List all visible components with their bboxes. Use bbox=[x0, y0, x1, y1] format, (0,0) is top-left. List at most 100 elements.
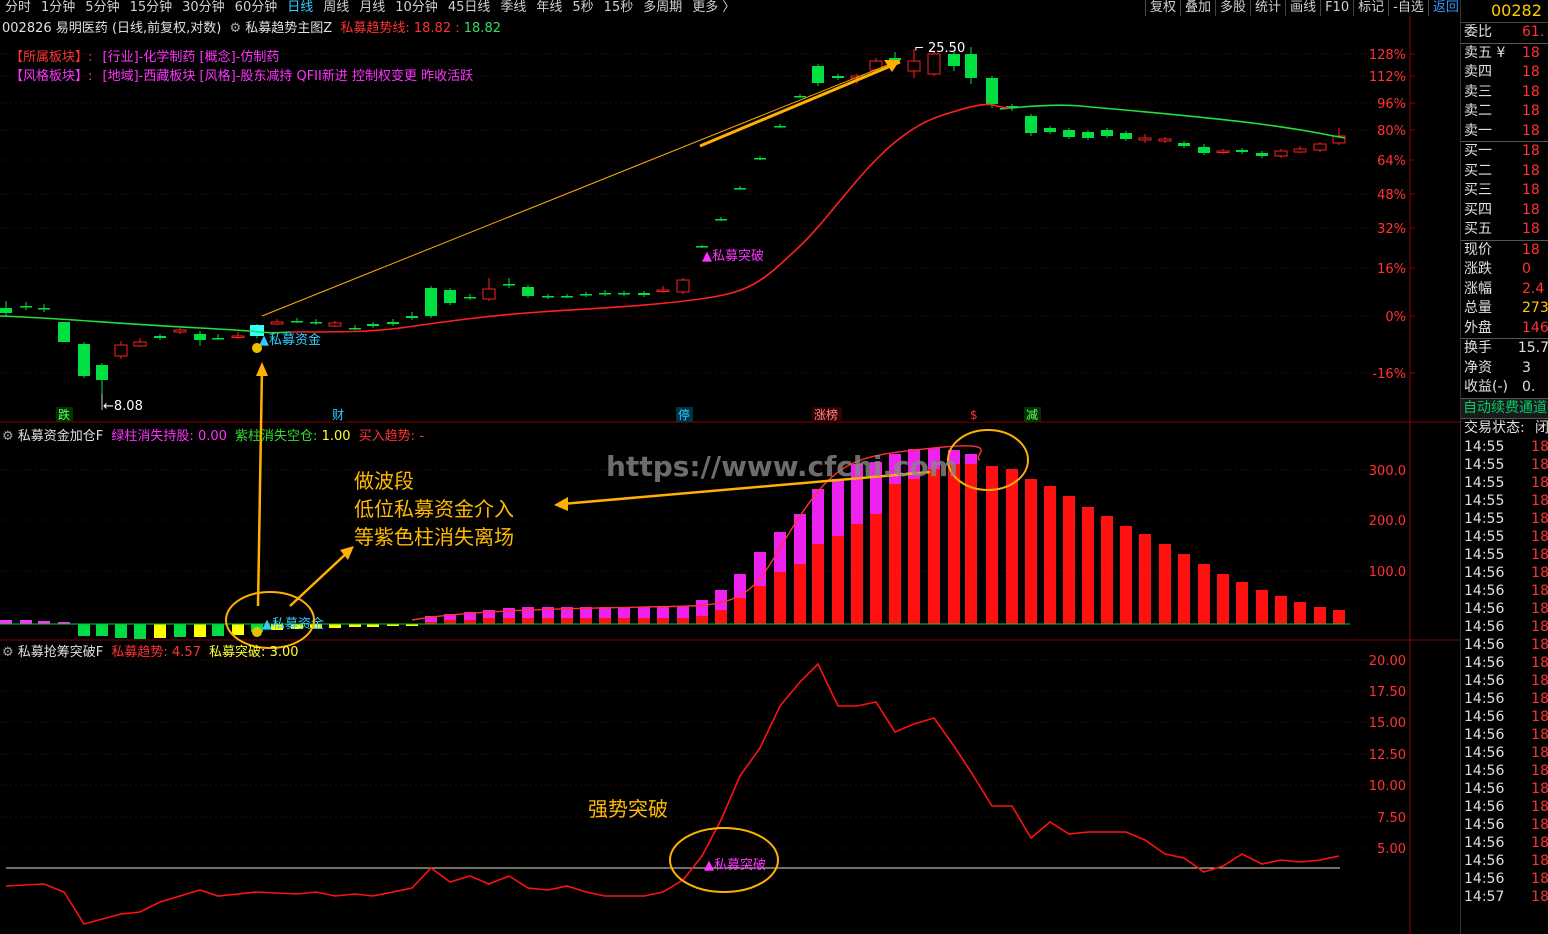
tick-price: 18 bbox=[1531, 529, 1548, 545]
panel2-item1-label: 绿柱消失持股: bbox=[111, 429, 194, 444]
quote-side-panel: 00282 委比 61. 卖五 ¥ 18 卖四 18 卖三 18 卖二 18 卖一 18 买一 18 买二 1… bbox=[1460, 0, 1548, 934]
fund-bar-red bbox=[715, 610, 727, 624]
toolbar-button-8[interactable]: 返回 bbox=[1427, 0, 1463, 16]
panel3-gear-icon[interactable]: ⚙ bbox=[2, 645, 14, 660]
period-tab-16[interactable]: 更多 〉 bbox=[687, 0, 740, 16]
period-tab-13[interactable]: 5秒 bbox=[567, 0, 598, 16]
toolbar-button-5[interactable]: F10 bbox=[1320, 0, 1353, 16]
y-tick-label: 17.50 bbox=[1369, 685, 1406, 700]
tick-row: 14:56 18 bbox=[1461, 564, 1548, 582]
fund-bar-red bbox=[1275, 596, 1287, 624]
candle bbox=[425, 288, 437, 316]
arrow-head bbox=[884, 60, 900, 72]
toolbar-button-0[interactable]: 复权 bbox=[1145, 0, 1180, 16]
period-tab-10[interactable]: 45日线 bbox=[443, 0, 496, 16]
tick-time: 14:56 bbox=[1464, 565, 1505, 581]
quote-row-label: 卖三 bbox=[1464, 83, 1492, 100]
quote-row-value: 273 bbox=[1522, 300, 1548, 316]
panel2-item2-value: 1.00 bbox=[321, 429, 351, 444]
period-tab-11[interactable]: 季线 bbox=[495, 0, 531, 16]
tick-row: 14:56 18 bbox=[1461, 600, 1548, 618]
toolbar-button-3[interactable]: 统计 bbox=[1250, 0, 1285, 16]
toolbar-button-2[interactable]: 多股 bbox=[1215, 0, 1250, 16]
panel2-gear-icon[interactable]: ⚙ bbox=[2, 429, 14, 444]
quote-row-value: 18 bbox=[1522, 83, 1540, 100]
y-tick-label: 32% bbox=[1377, 222, 1406, 237]
fund-bar-purple bbox=[832, 479, 844, 536]
quote-row-7: 买二 18 bbox=[1461, 162, 1548, 182]
fund-bar bbox=[115, 624, 127, 638]
tick-list[interactable]: 14:55 18 14:55 18 14:55 18 14:55 18 14:55 18 14:55… bbox=[1461, 438, 1548, 906]
fund-bar bbox=[212, 624, 224, 636]
fund-bar-red bbox=[832, 536, 844, 624]
fund-bar-red bbox=[503, 618, 515, 624]
period-tab-12[interactable]: 年线 bbox=[531, 0, 567, 16]
candle bbox=[965, 54, 977, 78]
fund-bar-red bbox=[657, 618, 669, 624]
toolbar-button-6[interactable]: 标记 bbox=[1353, 0, 1388, 16]
period-tab-3[interactable]: 15分钟 bbox=[125, 0, 178, 16]
fund-bar-red bbox=[1159, 544, 1171, 624]
quote-row-2: 卖四 18 bbox=[1461, 63, 1548, 83]
period-tab-4[interactable]: 30分钟 bbox=[177, 0, 230, 16]
period-tab-5[interactable]: 60分钟 bbox=[230, 0, 283, 16]
chart-area[interactable]: 128% 112% 96% 80% 64% 48% 32% 16% 0% -16% 300.0 200… bbox=[0, 16, 1460, 934]
main-indicator-name[interactable]: 私募趋势主图Z bbox=[245, 21, 332, 36]
period-tab-0[interactable]: 分时 bbox=[0, 0, 36, 16]
period-tab-9[interactable]: 10分钟 bbox=[390, 0, 443, 16]
tick-time: 14:55 bbox=[1464, 529, 1505, 545]
candle bbox=[367, 324, 379, 326]
event-tag: 财 bbox=[332, 408, 344, 422]
style-label: 【风格板块】: bbox=[10, 69, 93, 84]
tick-price: 18 bbox=[1531, 583, 1548, 599]
fund-bar-red bbox=[542, 618, 554, 624]
auto-renew-link[interactable]: 自动续费通道 bbox=[1461, 397, 1548, 418]
period-tab-15[interactable]: 多周期 bbox=[638, 0, 687, 16]
sector-line: 【所属板块】: [行业]-化学制药 [概念]-仿制药 bbox=[10, 46, 279, 65]
tick-price: 18 bbox=[1531, 817, 1548, 833]
toolbar-button-1[interactable]: 叠加 bbox=[1180, 0, 1215, 16]
quote-row-value: 61. bbox=[1522, 24, 1545, 40]
y-tick-label: 64% bbox=[1377, 154, 1406, 169]
side-stock-code: 00282 bbox=[1461, 0, 1548, 23]
period-tab-1[interactable]: 1分钟 bbox=[36, 0, 80, 16]
candle bbox=[1178, 143, 1190, 146]
y-tick-label: 10.00 bbox=[1369, 779, 1406, 794]
candle bbox=[754, 158, 766, 160]
tick-price: 18 bbox=[1531, 475, 1548, 491]
panel3-title[interactable]: 私募抢筹突破F bbox=[18, 645, 103, 660]
fund-bar bbox=[174, 624, 186, 637]
candle bbox=[676, 279, 690, 293]
fund-bar-red bbox=[483, 618, 495, 624]
candle bbox=[291, 321, 303, 323]
fund-bar-red bbox=[851, 524, 863, 624]
fund-bar-purple bbox=[754, 552, 766, 586]
indicator-gear-icon[interactable]: ⚙ bbox=[230, 21, 242, 36]
tick-price: 18 bbox=[1531, 439, 1548, 455]
candle bbox=[133, 341, 147, 347]
fund-bar bbox=[134, 624, 146, 639]
tick-row: 14:56 18 bbox=[1461, 834, 1548, 852]
tick-row: 14:56 18 bbox=[1461, 780, 1548, 798]
tick-price: 18 bbox=[1531, 637, 1548, 653]
toolbar-button-4[interactable]: 画线 bbox=[1285, 0, 1320, 16]
period-tab-14[interactable]: 15秒 bbox=[599, 0, 639, 16]
low-price-label: ←8.08 bbox=[103, 399, 143, 414]
quote-row-value: 18 bbox=[1522, 64, 1540, 80]
fund-bar-red bbox=[1063, 496, 1075, 624]
quote-row-value: 18 bbox=[1522, 103, 1540, 119]
candle bbox=[1025, 116, 1037, 133]
period-tab-7[interactable]: 周线 bbox=[318, 0, 354, 16]
fund-bar-red bbox=[1082, 507, 1094, 624]
candle bbox=[387, 322, 399, 324]
candle bbox=[1216, 150, 1230, 153]
period-tab-6[interactable]: 日线 bbox=[282, 0, 318, 16]
fund-bar-red bbox=[812, 544, 824, 624]
panel2-title[interactable]: 私募资金加仓F bbox=[18, 429, 103, 444]
fund-bar-red bbox=[1139, 534, 1151, 624]
toolbar-button-7[interactable]: -自选 bbox=[1388, 0, 1428, 16]
period-tab-8[interactable]: 月线 bbox=[354, 0, 390, 16]
period-tab-2[interactable]: 5分钟 bbox=[80, 0, 124, 16]
y-tick-label: 48% bbox=[1377, 188, 1406, 203]
trend-arrow bbox=[699, 60, 901, 148]
